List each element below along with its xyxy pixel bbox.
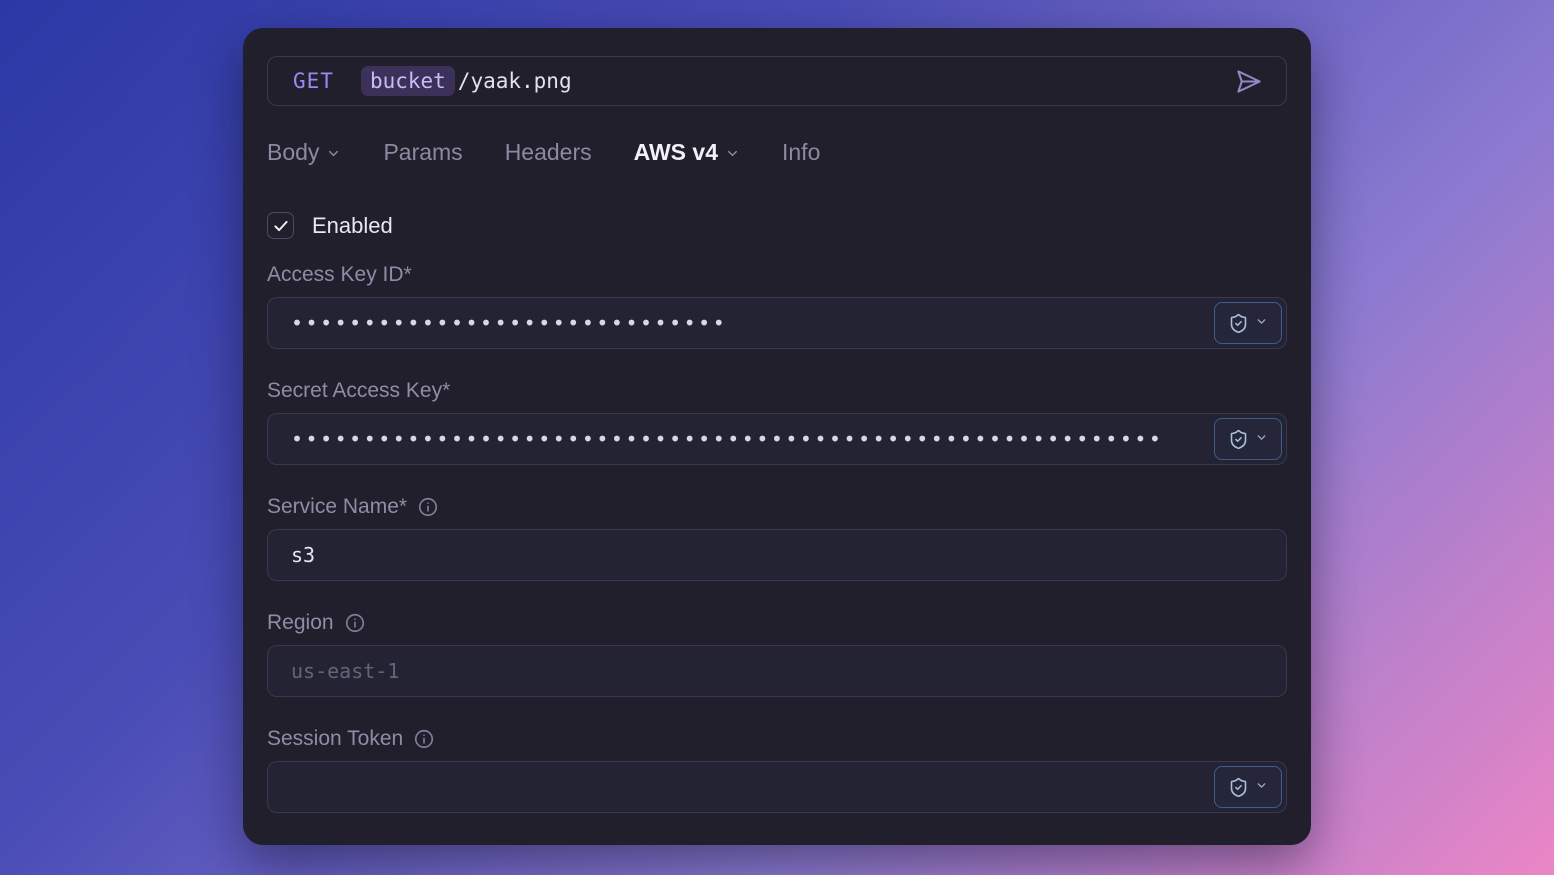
shield-check-icon — [1228, 777, 1249, 798]
service-name-input[interactable] — [268, 530, 1286, 580]
service-name-field — [267, 529, 1287, 581]
region-label: Region — [267, 611, 1287, 635]
request-tabs: Body Params Headers AWS v4 Info — [267, 137, 1287, 167]
secret-key-input[interactable] — [268, 414, 1286, 464]
access-key-input[interactable] — [268, 298, 1286, 348]
send-button[interactable] — [1228, 61, 1268, 101]
label-text: Region — [267, 611, 334, 635]
region-input[interactable] — [268, 646, 1286, 696]
info-icon[interactable] — [413, 728, 435, 750]
http-method: GET — [293, 69, 334, 93]
session-token-field — [267, 761, 1287, 813]
session-token-secret-menu-button[interactable] — [1214, 766, 1282, 808]
label-text: Session Token — [267, 727, 403, 751]
chevron-down-icon — [326, 140, 341, 167]
enabled-checkbox[interactable] — [267, 212, 294, 239]
chevron-down-icon — [1255, 315, 1268, 333]
access-key-field — [267, 297, 1287, 349]
tab-label: Info — [782, 139, 820, 166]
url-template-variable[interactable]: bucket — [361, 66, 455, 96]
secret-key-secret-menu-button[interactable] — [1214, 418, 1282, 460]
tab-label: Params — [383, 139, 462, 166]
label-text: Access Key ID* — [267, 263, 412, 287]
label-text: Service Name* — [267, 495, 407, 519]
secret-key-field — [267, 413, 1287, 465]
secret-key-label: Secret Access Key* — [267, 379, 1287, 403]
info-icon[interactable] — [344, 612, 366, 634]
shield-check-icon — [1228, 429, 1249, 450]
tab-body[interactable]: Body — [267, 137, 341, 167]
url-path[interactable]: /yaak.png — [458, 69, 572, 93]
tab-info[interactable]: Info — [782, 139, 820, 166]
chevron-down-icon — [1255, 431, 1268, 449]
request-panel: GET bucket /yaak.png Body Params Headers… — [243, 28, 1311, 845]
tab-headers[interactable]: Headers — [505, 139, 592, 166]
tab-label: Body — [267, 139, 319, 166]
check-icon — [272, 217, 290, 235]
tab-aws-v4[interactable]: AWS v4 — [634, 137, 740, 167]
session-token-input[interactable] — [268, 762, 1286, 812]
region-field — [267, 645, 1287, 697]
tab-label: AWS v4 — [634, 139, 718, 166]
enabled-row: Enabled — [267, 212, 1287, 239]
chevron-down-icon — [725, 140, 740, 167]
tab-params[interactable]: Params — [383, 139, 462, 166]
session-token-label: Session Token — [267, 727, 1287, 751]
tab-label: Headers — [505, 139, 592, 166]
shield-check-icon — [1228, 313, 1249, 334]
enabled-label: Enabled — [312, 213, 393, 239]
info-icon[interactable] — [417, 496, 439, 518]
label-text: Secret Access Key* — [267, 379, 450, 403]
service-name-label: Service Name* — [267, 495, 1287, 519]
send-icon — [1235, 68, 1262, 95]
access-key-secret-menu-button[interactable] — [1214, 302, 1282, 344]
chevron-down-icon — [1255, 779, 1268, 797]
access-key-label: Access Key ID* — [267, 263, 1287, 287]
url-bar[interactable]: GET bucket /yaak.png — [267, 56, 1287, 106]
